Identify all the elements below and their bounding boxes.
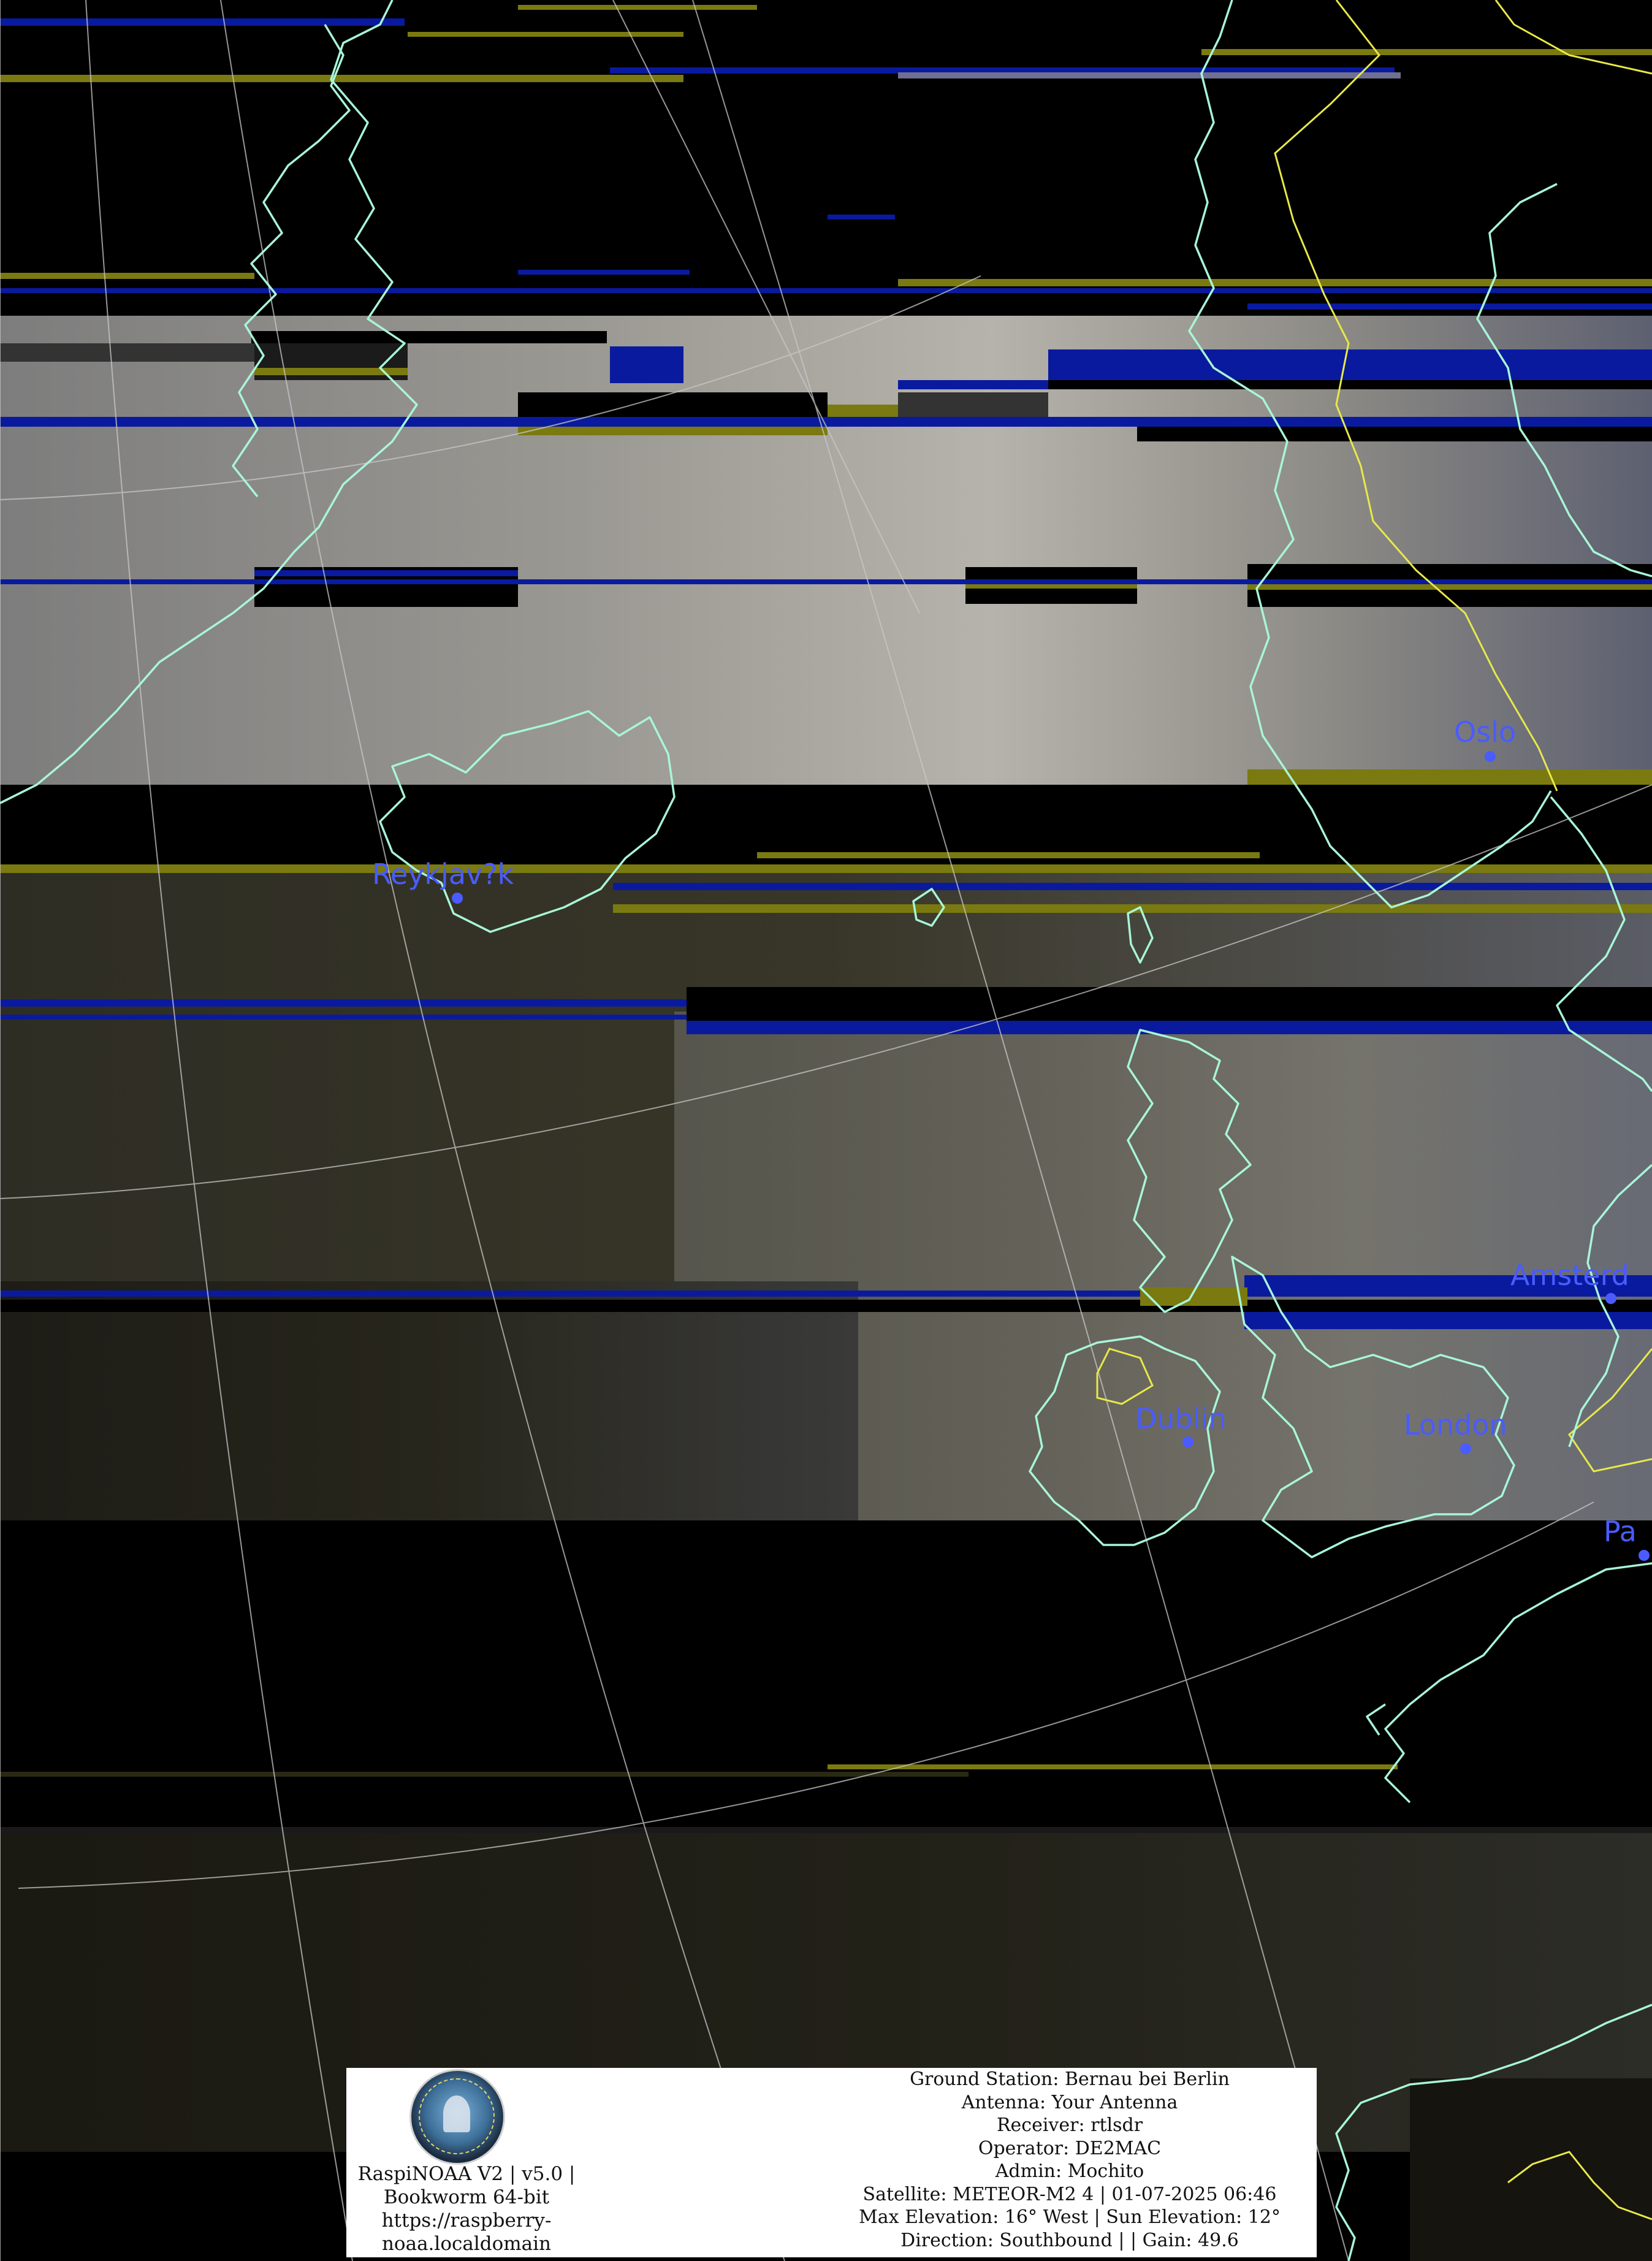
station-brand: RaspiNOAA V2 | v5.0 | Bookworm 64-bit ht… (346, 2162, 587, 2255)
city-label-paris: Pa (1604, 1515, 1637, 1548)
detail-ground-station: Ground Station: Bernau bei Berlin (910, 2068, 1230, 2090)
logo-antenna-dish (443, 2095, 470, 2132)
city-label-dublin: Dublin (1135, 1402, 1227, 1435)
detail-satellite: Satellite: METEOR-M2 4 | 01-07-2025 06:4… (862, 2183, 1277, 2205)
satellite-image: Oslo Reykjav?k Amsterd Dublin London Pa (0, 0, 1652, 2261)
city-label-reykjavik: Reykjav?k (372, 858, 514, 891)
detail-direction: Direction: Southbound | | Gain: 49.6 (900, 2229, 1239, 2251)
detail-receiver: Receiver: rtlsdr (996, 2114, 1143, 2136)
city-label-oslo: Oslo (1454, 715, 1516, 749)
detail-elevation: Max Elevation: 16° West | Sun Elevation:… (859, 2206, 1281, 2228)
detail-admin: Admin: Mochito (995, 2160, 1144, 2182)
detail-operator: Operator: DE2MAC (978, 2137, 1162, 2159)
brand-line: noaa.localdomain (381, 2233, 552, 2255)
ground-station-info-panel: RaspiNOAA V2 | v5.0 | Bookworm 64-bit ht… (346, 2068, 1317, 2257)
image-band (1410, 2078, 1652, 2261)
image-band (0, 1281, 858, 1520)
brand-line: https://raspberry- (381, 2210, 552, 2232)
raspinoaa-logo-icon (409, 2069, 505, 2165)
brand-line: Bookworm 64-bit (383, 2186, 550, 2208)
detail-antenna: Antenna: Your Antenna (961, 2091, 1178, 2113)
station-details: Ground Station: Bernau bei Berlin Antenn… (824, 2068, 1315, 2252)
brand-line: RaspiNOAA V2 | v5.0 | (357, 2163, 576, 2185)
city-label-london: London (1404, 1408, 1507, 1441)
city-label-amsterdam: Amsterd (1510, 1259, 1629, 1292)
